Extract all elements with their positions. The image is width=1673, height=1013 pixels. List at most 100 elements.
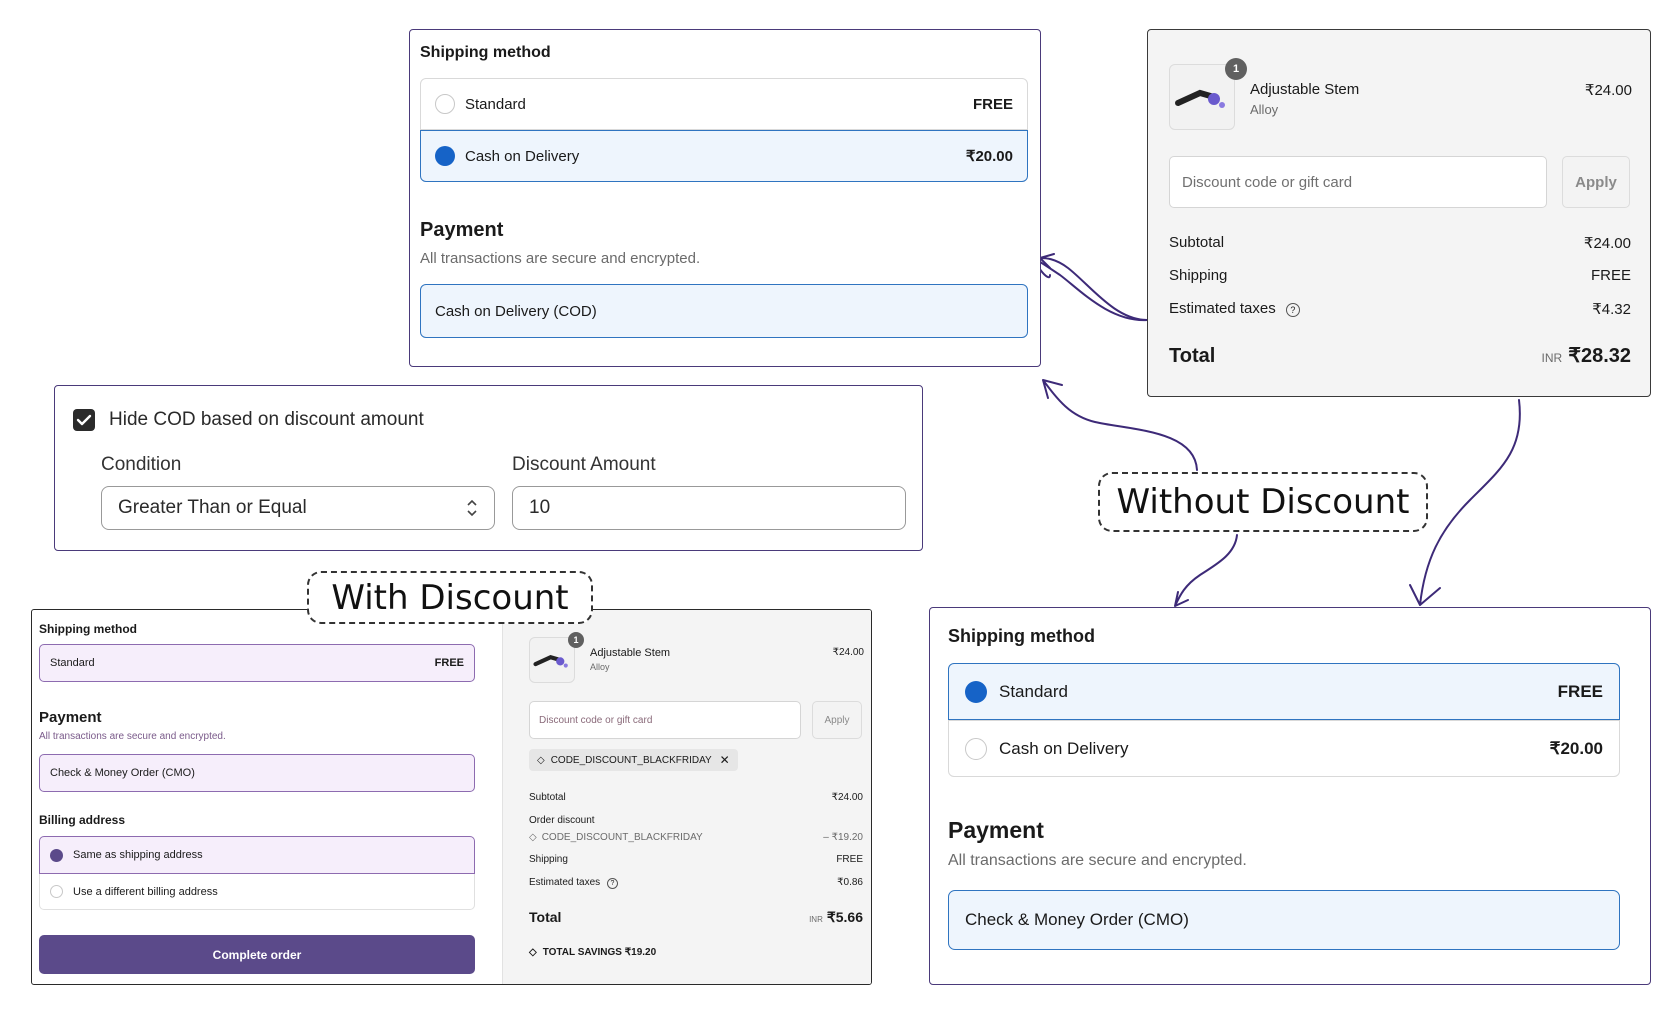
row-value: ₹24.00 <box>831 792 863 803</box>
discount-placeholder: Discount code or gift card <box>539 714 653 726</box>
shipping-method-title: Shipping method <box>420 44 551 61</box>
apply-button[interactable]: Apply <box>1562 156 1630 208</box>
product-name: Adjustable Stem <box>1250 81 1360 98</box>
with-discount-summary: 1 Adjustable Stem Alloy ₹24.00 Discount … <box>502 610 871 984</box>
product-price: ₹24.00 <box>832 647 864 658</box>
bike-stem-icon <box>533 655 568 668</box>
radio-cod[interactable] <box>965 737 987 760</box>
option-label: Cash on Delivery <box>465 147 580 165</box>
with-discount-checkout: Shipping method Standard FREE Payment Al… <box>31 609 872 985</box>
payment-subtitle: All transactions are secure and encrypte… <box>948 852 1247 869</box>
discount-code-input[interactable]: Discount code or gift card <box>529 701 801 739</box>
help-circle-icon[interactable]: ? <box>606 878 618 889</box>
shipping-option-cod[interactable]: Cash on Delivery ₹20.00 <box>420 130 1028 182</box>
arrow-summary-to-top-checkout-head <box>1039 253 1148 321</box>
condition-select[interactable]: Greater Than or Equal <box>101 486 495 530</box>
order-discount-code: CODE_DISCOUNT_BLACKFRIDAY <box>541 832 703 843</box>
radio-different-billing[interactable] <box>50 885 63 898</box>
hide-cod-checkbox[interactable] <box>73 409 95 431</box>
payment-method-label: Cash on Delivery (COD) <box>435 302 597 320</box>
row-label: Shipping <box>1169 267 1228 284</box>
top-order-summary: 1 Adjustable Stem Alloy ₹24.00 Discount … <box>1147 29 1651 397</box>
discount-amount-input[interactable]: 10 <box>512 486 906 530</box>
without-discount-label: Without Discount <box>1098 472 1428 532</box>
row-value: ₹0.86 <box>837 877 863 888</box>
quantity-badge: 1 <box>1225 58 1247 80</box>
shipping-option-standard[interactable]: Standard FREE <box>39 644 475 682</box>
summary-row-order-discount: ◇ CODE_DISCOUNT_BLACKFRIDAY – ₹19.20 <box>529 832 863 843</box>
currency-code: INR <box>1541 351 1563 365</box>
option-price: FREE <box>434 657 464 669</box>
hide-cod-checkbox-label: Hide COD based on discount amount <box>109 409 424 430</box>
row-label: Shipping <box>529 854 568 865</box>
row-label-wrap: Estimated taxes ? <box>1169 300 1300 318</box>
summary-row-subtotal: Subtotal ₹24.00 <box>1169 234 1631 252</box>
discount-code-tag[interactable]: ◇ CODE_DISCOUNT_BLACKFRIDAY ✕ <box>529 749 738 771</box>
summary-row-total: Total INR ₹28.32 <box>1169 343 1631 368</box>
summary-row-shipping: Shipping FREE <box>529 854 863 865</box>
row-label: Subtotal <box>1169 234 1225 251</box>
payment-method-cmo[interactable]: Check & Money Order (CMO) <box>39 754 475 792</box>
remove-tag-icon[interactable]: ✕ <box>720 753 730 767</box>
total-wrap: INR ₹28.32 <box>1542 343 1631 368</box>
option-label: Cash on Delivery <box>999 738 1129 758</box>
product-variant: Alloy <box>1250 102 1279 117</box>
shipping-option-standard[interactable]: Standard FREE <box>420 78 1028 130</box>
discount-amount-label: Discount Amount <box>512 454 656 475</box>
discount-code-wrap: ◇ CODE_DISCOUNT_BLACKFRIDAY <box>529 832 703 843</box>
radio-cod[interactable] <box>435 146 455 166</box>
discount-code-input[interactable]: Discount code or gift card <box>1169 156 1547 208</box>
total-label: Total <box>529 909 562 925</box>
billing-option-different[interactable]: Use a different billing address <box>39 874 475 910</box>
tag-icon: ◇ <box>537 754 545 766</box>
shipping-option-standard[interactable]: Standard FREE <box>948 663 1620 720</box>
summary-row-subtotal: Subtotal ₹24.00 <box>529 792 863 803</box>
total-value: ₹28.32 <box>1568 345 1631 367</box>
total-savings: ◇ TOTAL SAVINGS ₹19.20 <box>529 947 656 958</box>
row-label: Estimated taxes <box>529 877 601 888</box>
billing-title: Billing address <box>39 813 126 827</box>
payment-method-cod[interactable]: Cash on Delivery (COD) <box>420 284 1028 338</box>
row-label-wrap: Estimated taxes ? <box>529 877 618 889</box>
payment-method-label: Check & Money Order (CMO) <box>50 767 195 779</box>
currency-code: INR <box>809 915 823 924</box>
chevron-updown-icon <box>467 499 477 517</box>
cod-settings-panel: Hide COD based on discount amount Condit… <box>54 385 923 551</box>
with-discount-label: With Discount <box>307 571 593 624</box>
payment-subtitle: All transactions are secure and encrypte… <box>39 731 226 742</box>
arrow-label-to-bottom-right <box>1174 534 1238 607</box>
row-label: Subtotal <box>529 792 566 803</box>
option-label: Standard <box>50 657 95 669</box>
discount-amount-value: 10 <box>529 497 551 518</box>
payment-method-cmo[interactable]: Check & Money Order (CMO) <box>948 890 1620 950</box>
option-label: Standard <box>999 681 1068 701</box>
payment-method-label: Check & Money Order (CMO) <box>965 910 1189 929</box>
payment-title: Payment <box>39 709 102 726</box>
row-value: ₹4.32 <box>1592 301 1631 318</box>
savings-tag-icon: ◇ <box>529 947 537 958</box>
apply-button[interactable]: Apply <box>812 701 862 739</box>
order-discount-value: – ₹19.20 <box>823 832 863 843</box>
row-value: FREE <box>1590 267 1631 284</box>
help-circle-icon[interactable]: ? <box>1285 303 1300 317</box>
complete-order-button[interactable]: Complete order <box>39 935 475 974</box>
tag-icon: ◇ <box>529 832 537 843</box>
radio-same-billing[interactable] <box>50 848 63 862</box>
summary-row-taxes: Estimated taxes ? ₹0.86 <box>529 877 863 889</box>
option-price: FREE <box>1557 681 1603 701</box>
row-value: ₹24.00 <box>1583 235 1631 252</box>
condition-value: Greater Than or Equal <box>118 497 307 518</box>
checkmark-icon <box>76 414 92 426</box>
radio-standard[interactable] <box>435 94 455 114</box>
row-label: Estimated taxes <box>1169 300 1276 317</box>
radio-standard[interactable] <box>965 680 987 703</box>
without-discount-checkout: Shipping method Standard FREE Cash on De… <box>929 607 1651 985</box>
total-wrap: INR ₹5.66 <box>809 909 863 927</box>
quantity-badge: 1 <box>568 632 584 648</box>
savings-label: TOTAL SAVINGS <box>542 947 622 958</box>
row-value: FREE <box>836 854 863 865</box>
billing-option-same[interactable]: Same as shipping address <box>39 836 475 874</box>
bike-stem-icon <box>1175 89 1225 108</box>
shipping-option-cod[interactable]: Cash on Delivery ₹20.00 <box>948 720 1620 777</box>
condition-label: Condition <box>101 454 182 475</box>
